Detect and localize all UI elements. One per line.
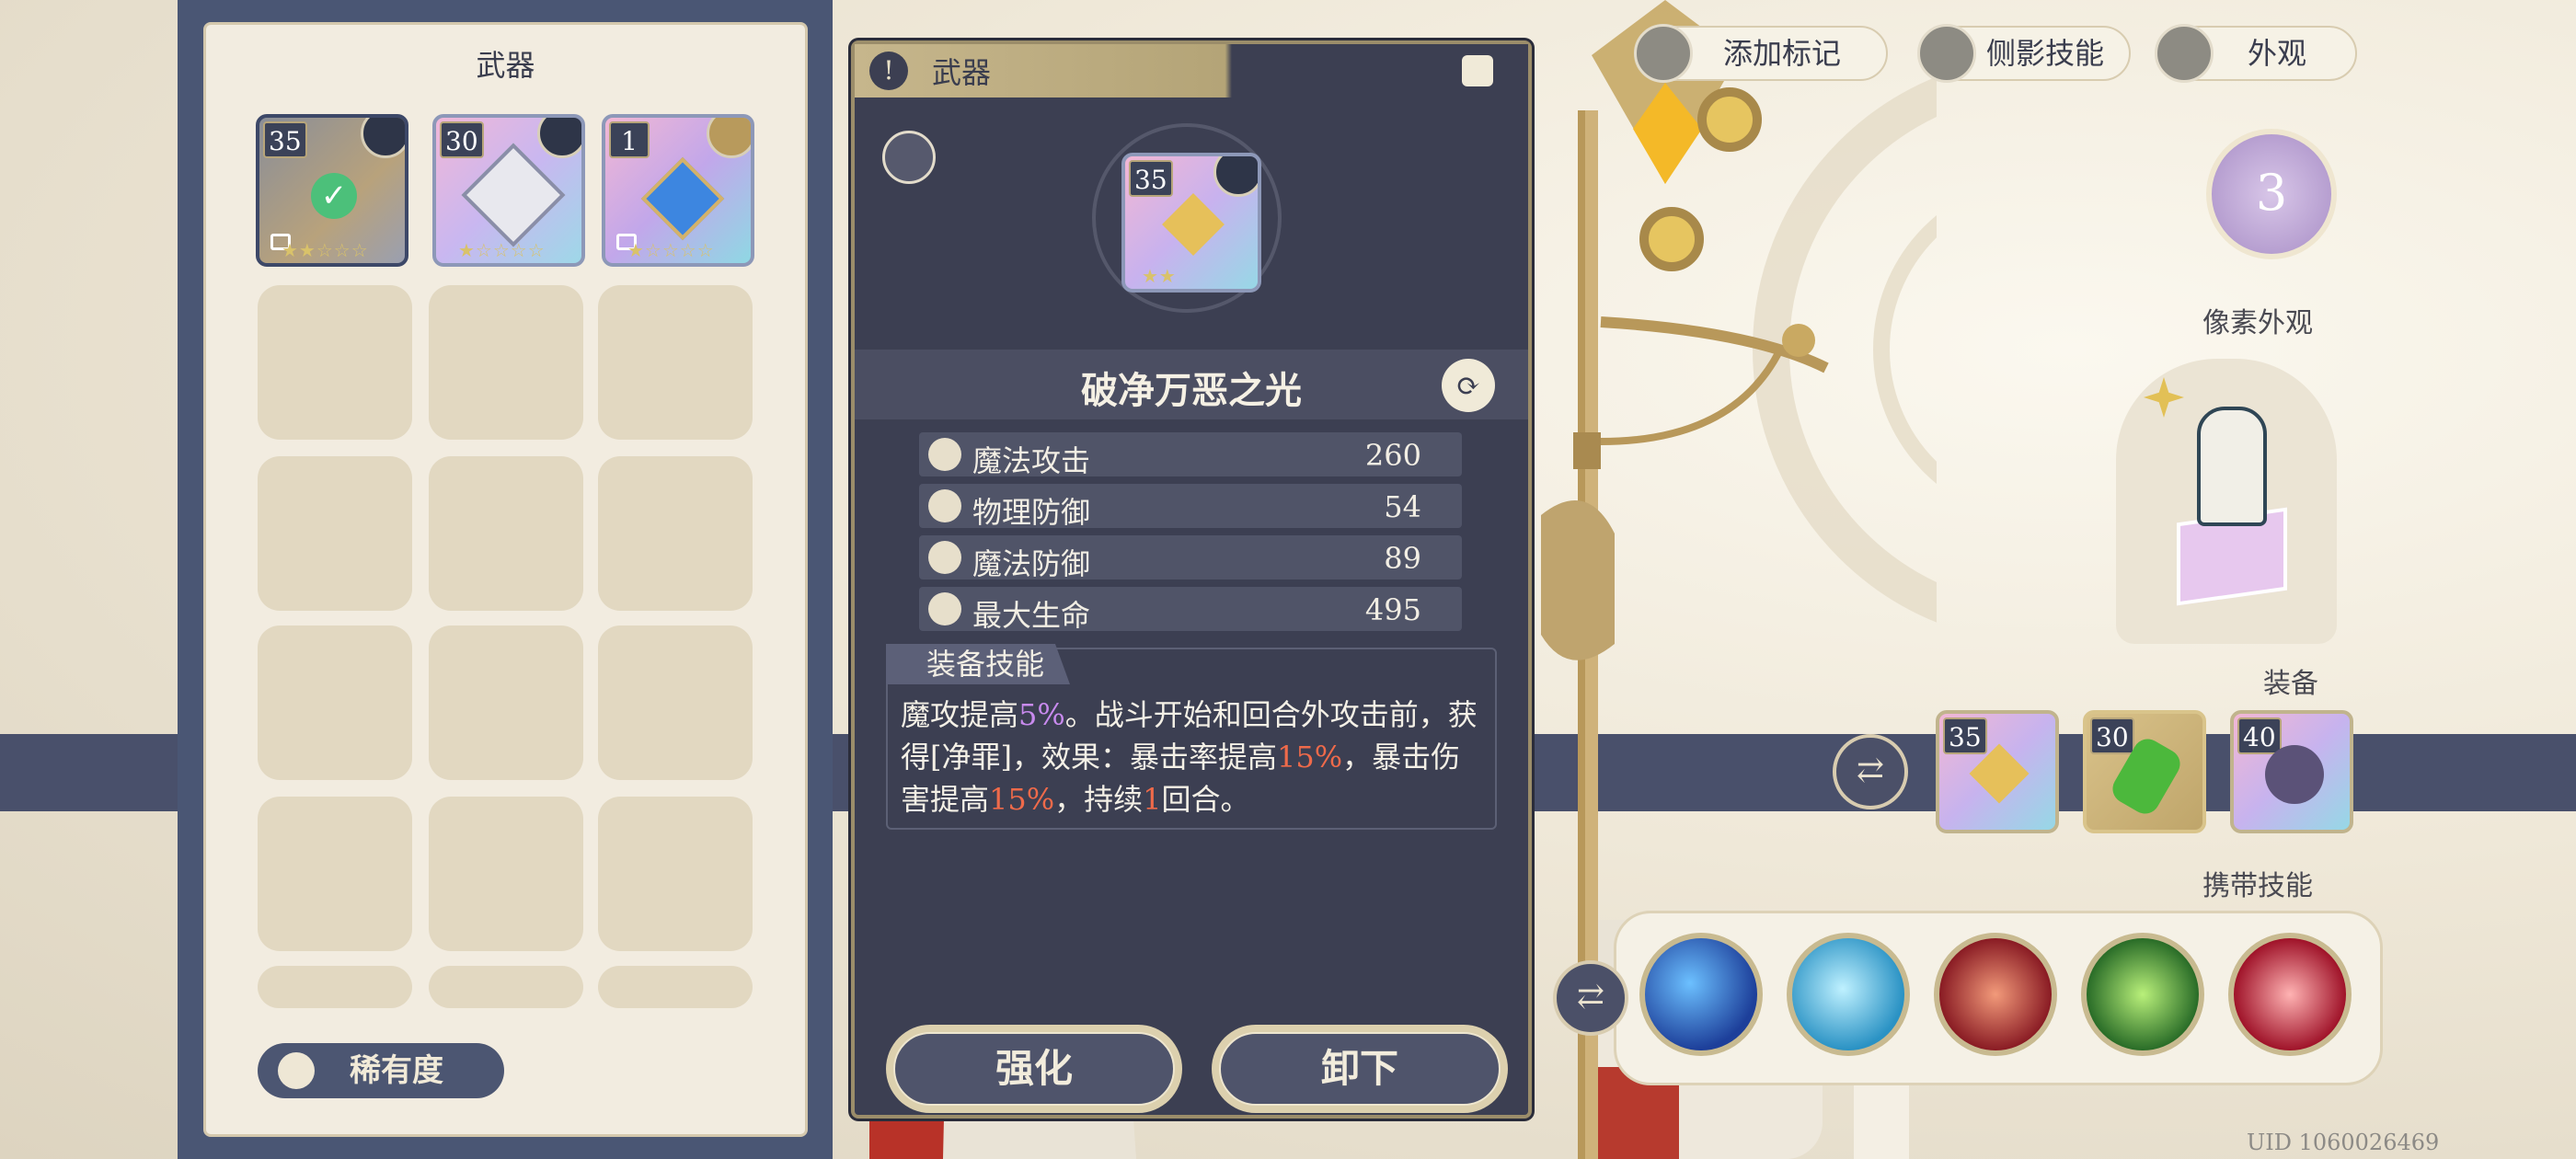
- weapon-card-3[interactable]: 1 ★☆☆☆☆: [602, 114, 754, 267]
- empty-slot[interactable]: [258, 285, 412, 440]
- equipment-level: 30: [2090, 717, 2134, 754]
- unequip-button-label: 卸下: [1219, 1032, 1501, 1106]
- skill-vortex-icon[interactable]: [1787, 933, 1910, 1056]
- equipment-level: 40: [2237, 717, 2282, 754]
- stat-row-max-hp: 最大生命 495: [919, 587, 1462, 633]
- sword-weapon-icon: [640, 156, 725, 241]
- empty-slot[interactable]: [429, 966, 583, 1008]
- tag-icon: [1634, 24, 1693, 83]
- profile-silhouette-icon: [1917, 24, 1976, 83]
- empty-slot[interactable]: [429, 797, 583, 951]
- equipment-skill-description: 魔攻提高5%。战斗开始和回合外攻击前，获得[净罪]，效果：暴击率提高15%，暴击…: [901, 697, 1478, 817]
- stat-label: 魔法攻击: [972, 443, 1091, 478]
- profile-skill-label: 侧影技能: [1985, 36, 2104, 71]
- wizard-hat-icon: [928, 541, 961, 574]
- enhance-button[interactable]: 强化: [886, 1025, 1182, 1113]
- empty-slot[interactable]: [598, 797, 753, 951]
- equipment-skill-header: 装备技能: [886, 644, 1070, 684]
- skill-red-figure-icon[interactable]: [1934, 933, 2057, 1056]
- empty-slot[interactable]: [598, 456, 753, 611]
- pixel-appearance-frame[interactable]: [2116, 359, 2337, 644]
- weapon-stars: ★★☆☆☆: [282, 239, 369, 261]
- pixel-staff-star: [2144, 377, 2184, 418]
- weapon-level: 1: [609, 121, 650, 158]
- weapon-list-title: 武器: [476, 48, 535, 83]
- empty-slot[interactable]: [429, 625, 583, 780]
- wand-icon: [928, 438, 961, 471]
- owner-emblem: [707, 118, 751, 158]
- stat-value: 495: [1364, 592, 1421, 627]
- profile-skill-button[interactable]: 侧影技能: [1917, 24, 2131, 83]
- owner-avatar: [1213, 156, 1258, 197]
- affinity-badge[interactable]: 3: [2206, 129, 2337, 259]
- empty-slot[interactable]: [598, 625, 753, 780]
- weapon-stars: ★★: [1142, 265, 1177, 287]
- empty-slot[interactable]: [429, 456, 583, 611]
- view-owner-icon[interactable]: [882, 131, 936, 184]
- skill-comet-icon[interactable]: [1639, 933, 1763, 1056]
- equipment-slot-weapon[interactable]: 35: [1936, 710, 2059, 833]
- stat-value: 260: [1364, 438, 1421, 473]
- owner-avatar: [537, 118, 581, 158]
- skill-green-crystal-icon[interactable]: [2081, 933, 2204, 1056]
- weapon-level: 35: [1129, 160, 1173, 197]
- rarity-sort-label: 稀有度: [350, 1052, 443, 1089]
- empty-slot[interactable]: [258, 966, 412, 1008]
- equipment-level: 35: [1943, 717, 1987, 754]
- appearance-label: 外观: [2247, 36, 2306, 71]
- weapon-category-label: 武器: [932, 55, 992, 90]
- heart-icon: [928, 592, 961, 625]
- swap-skills-button[interactable]: ⇄: [1553, 960, 1628, 1036]
- lock-icon[interactable]: [1462, 55, 1493, 86]
- weapon-level: 35: [263, 121, 307, 158]
- weapon-level: 30: [440, 121, 484, 158]
- equipment-slot-accessory[interactable]: 40: [2230, 710, 2353, 833]
- swap-equipment-button[interactable]: ⇄: [1833, 734, 1908, 809]
- empty-slot[interactable]: [258, 625, 412, 780]
- empty-slot[interactable]: [429, 285, 583, 440]
- equipment-slot-armor[interactable]: 30: [2083, 710, 2206, 833]
- weapon-name: 破净万恶之光: [1081, 369, 1302, 412]
- stat-label: 最大生命: [972, 598, 1091, 633]
- appearance-button[interactable]: 外观: [2155, 24, 2357, 83]
- equipped-check-icon: ✓: [311, 173, 357, 219]
- equipment-label: 装备: [2263, 668, 2318, 700]
- pixel-appearance-label: 像素外观: [2202, 307, 2313, 339]
- add-mark-button[interactable]: 添加标记: [1634, 24, 1888, 83]
- unequip-button[interactable]: 卸下: [1212, 1025, 1508, 1113]
- stat-row-physical-defense: 物理防御 54: [919, 484, 1462, 530]
- bar-chart-icon: [278, 1052, 315, 1089]
- uid-label: UID 1060026469: [2247, 1130, 2440, 1155]
- pixel-character: [2197, 407, 2267, 526]
- outfit-icon: [2155, 24, 2214, 83]
- carried-skills-label: 携带技能: [2202, 870, 2313, 902]
- dark-orb-icon: [2265, 745, 2324, 804]
- rarity-sort-button[interactable]: 稀有度: [258, 1043, 504, 1098]
- owner-avatar: [361, 118, 405, 158]
- stat-row-magic-attack: 魔法攻击 260: [919, 432, 1462, 478]
- weapon-stars: ★☆☆☆☆: [627, 239, 715, 261]
- stat-value: 89: [1384, 541, 1421, 576]
- add-mark-label: 添加标记: [1722, 36, 1841, 71]
- stat-row-magic-defense: 魔法防御 89: [919, 535, 1462, 581]
- weapon-category-icon: !: [869, 52, 908, 90]
- empty-slot[interactable]: [258, 797, 412, 951]
- staff-star-icon: [1162, 193, 1225, 256]
- weapon-card-1[interactable]: 35 ✓ ★★☆☆☆: [256, 114, 408, 267]
- weapon-card-2[interactable]: 30 ★☆☆☆☆: [432, 114, 585, 267]
- empty-slot[interactable]: [598, 285, 753, 440]
- weapon-stars: ★☆☆☆☆: [458, 239, 546, 261]
- stat-label: 魔法防御: [972, 546, 1091, 581]
- stat-value: 54: [1384, 489, 1421, 524]
- shield-icon: [928, 489, 961, 522]
- skill-red-burst-icon[interactable]: [2228, 933, 2352, 1056]
- affinity-level: 3: [2255, 164, 2288, 222]
- weapon-icon: 35 ★★: [1121, 153, 1261, 293]
- empty-slot[interactable]: [258, 456, 412, 611]
- empty-slot[interactable]: [598, 966, 753, 1008]
- weapon-detail-panel: ! 武器 35 ★★ 破净万恶之光 ⟳ 魔法攻击 260 物理防御 54 魔法防…: [851, 40, 1532, 1119]
- swap-weapon-icon[interactable]: ⟳: [1442, 359, 1495, 412]
- enhance-button-label: 强化: [893, 1032, 1175, 1106]
- stat-label: 物理防御: [972, 495, 1091, 530]
